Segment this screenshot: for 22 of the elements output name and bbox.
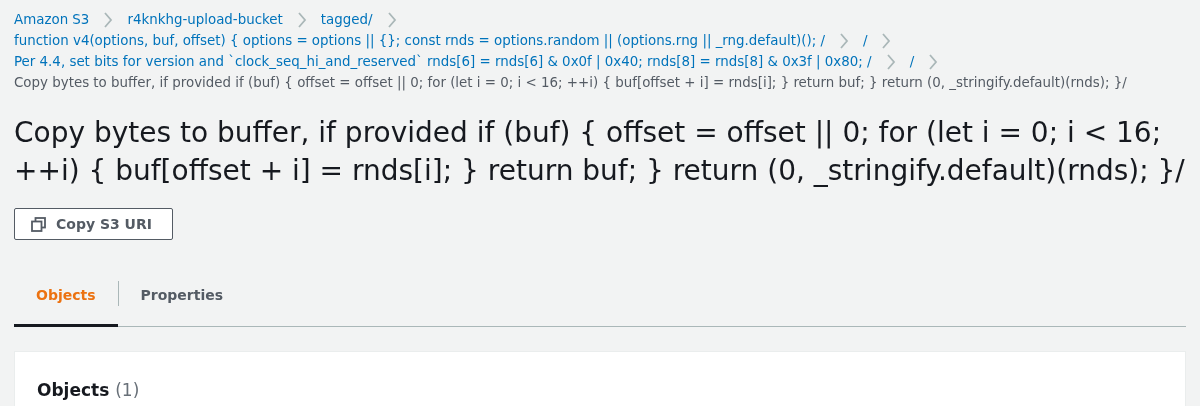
current-breadcrumb: Copy bytes to buffer, if provided if (buf) { offset = offset || 0; for (let i = 0; i < 16; ++i) { buf[offset + i] = rnds[i]; } return buf; } return (0, _stringify.default)(rnds); }/ xyxy=(14,74,1127,92)
breadcrumb-link[interactable]: Per 4.4, set bits for version and `clock_seq_hi_and_reserved` rnds[6] = rnds[6] & 0x0f | 0x40; rnds[8] = rnds[8] & 0x3f | 0x80; / xyxy=(14,52,872,71)
breadcrumb-link[interactable]: Amazon S3 xyxy=(14,10,90,29)
breadcrumb-link[interactable]: r4knkhg-upload-bucket xyxy=(127,10,283,29)
breadcrumb-link[interactable]: function v4(options, buf, offset) { options = options || {}; const rnds = options.random || (options.rng || _rng.default)(); / xyxy=(14,31,825,50)
chevron-icon xyxy=(103,11,114,28)
chevron-icon xyxy=(838,32,849,49)
breadcrumb-link[interactable]: / xyxy=(862,31,868,50)
copy-icon xyxy=(31,216,46,232)
chevron-icon xyxy=(885,53,896,70)
page-title: Copy bytes to buffer, if provided if (buf) { offset = offset || 0; for (let i = 0; i < 16; ++i) { buf[offset + i] = rnds[i]; } return buf; } return (0, _stringify.default)(rnds); }/ xyxy=(14,115,1186,189)
chevron-icon xyxy=(386,11,397,28)
chevron-icon xyxy=(296,11,307,28)
panel-title: Objects (1) xyxy=(37,380,141,400)
chevron-icon xyxy=(881,32,892,49)
object-count: (1) xyxy=(115,380,140,400)
chevron-icon xyxy=(928,53,939,70)
breadcrumb-link[interactable]: / xyxy=(909,52,915,71)
tab[interactable]: Objects xyxy=(14,266,118,327)
tab[interactable]: Properties xyxy=(118,266,246,327)
breadcrumb-link[interactable]: tagged/ xyxy=(320,10,373,29)
copy-uri-button[interactable]: Copy S3 URI xyxy=(14,208,173,240)
